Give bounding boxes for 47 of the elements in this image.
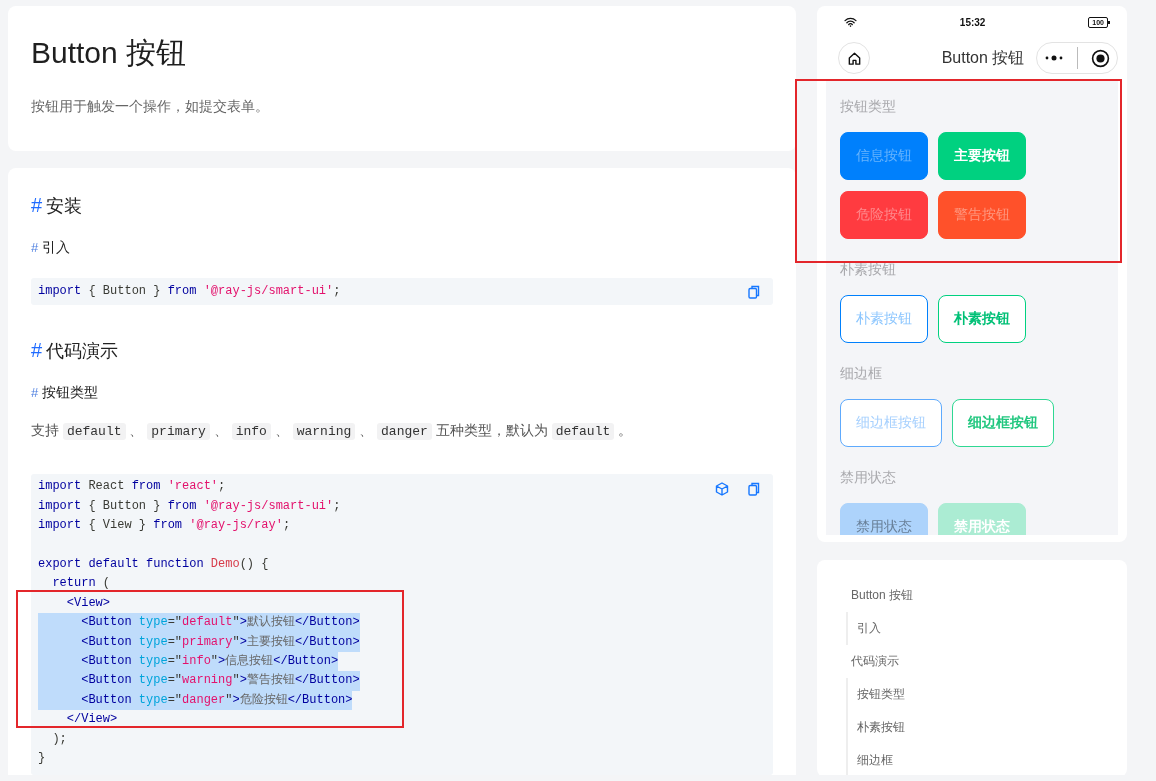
page-title: Button 按钮 — [31, 35, 187, 71]
section-label: 细边框 — [840, 364, 882, 383]
code-line: export default function Demo() { — [38, 556, 269, 573]
section-label: 按钮类型 — [840, 97, 896, 116]
code-line: import { Button } from '@ray-js/smart-ui'; — [38, 497, 341, 515]
section-label: 禁用状态 — [840, 468, 896, 487]
cube-icon — [715, 482, 729, 497]
demo-button[interactable]: 朴素按钮 — [938, 295, 1026, 343]
section-heading: 代码演示 — [46, 340, 119, 364]
section-heading: 按钮类型 — [42, 383, 99, 403]
home-button[interactable] — [838, 42, 870, 74]
page-description: 按钮用于触发一个操作，如提交表单。 — [31, 97, 269, 116]
toc-link[interactable]: 朴素按钮 — [857, 711, 905, 744]
demo-button[interactable]: 细边框按钮 — [952, 399, 1054, 447]
copy-icon — [747, 285, 761, 299]
code-line: </View> — [65, 711, 118, 729]
paragraph: 支持 default 、 primary 、 info 、 warning 、 danger 五种类型，默认为 default 。 — [31, 422, 633, 439]
more-icon — [1043, 55, 1064, 61]
home-icon — [846, 50, 862, 66]
code-line: } — [38, 750, 46, 768]
anchor-link[interactable]: # — [31, 383, 39, 404]
copy-icon — [747, 482, 761, 497]
cube-button[interactable] — [715, 482, 729, 497]
code-line: return ( — [51, 575, 110, 593]
anchor-link[interactable]: # — [31, 238, 39, 258]
section-label: 朴素按钮 — [840, 260, 896, 279]
wifi-icon — [844, 17, 857, 27]
code-line: ); — [51, 730, 67, 748]
toc-link[interactable]: 细边框 — [857, 744, 893, 775]
code-line: import { View } from '@ray-js/ray'; — [38, 517, 291, 535]
section-heading: 安装 — [46, 195, 83, 218]
copy-button[interactable] — [747, 285, 761, 299]
code-line: import { Button } from '@ray-js/smart-ui'; — [38, 283, 341, 300]
copy-button[interactable] — [747, 482, 761, 497]
code-line: <View> — [65, 594, 110, 612]
toc-link[interactable]: 代码演示 — [846, 645, 899, 678]
nav-title: Button 按钮 — [941, 47, 1025, 68]
toc-link[interactable]: 引入 — [857, 612, 881, 645]
demo-button[interactable]: 禁用状态 — [840, 503, 928, 535]
anchor-link[interactable]: # — [31, 192, 43, 218]
anchor-link[interactable]: # — [31, 337, 43, 364]
toc-link[interactable]: 按钮类型 — [857, 678, 905, 711]
code-line: import React from 'react'; — [38, 478, 226, 496]
toc-link[interactable]: Button 按钮 — [846, 579, 914, 612]
section-heading: 引入 — [42, 238, 71, 257]
status-time: 15:32 — [959, 16, 986, 28]
more-button[interactable] — [1043, 55, 1064, 61]
